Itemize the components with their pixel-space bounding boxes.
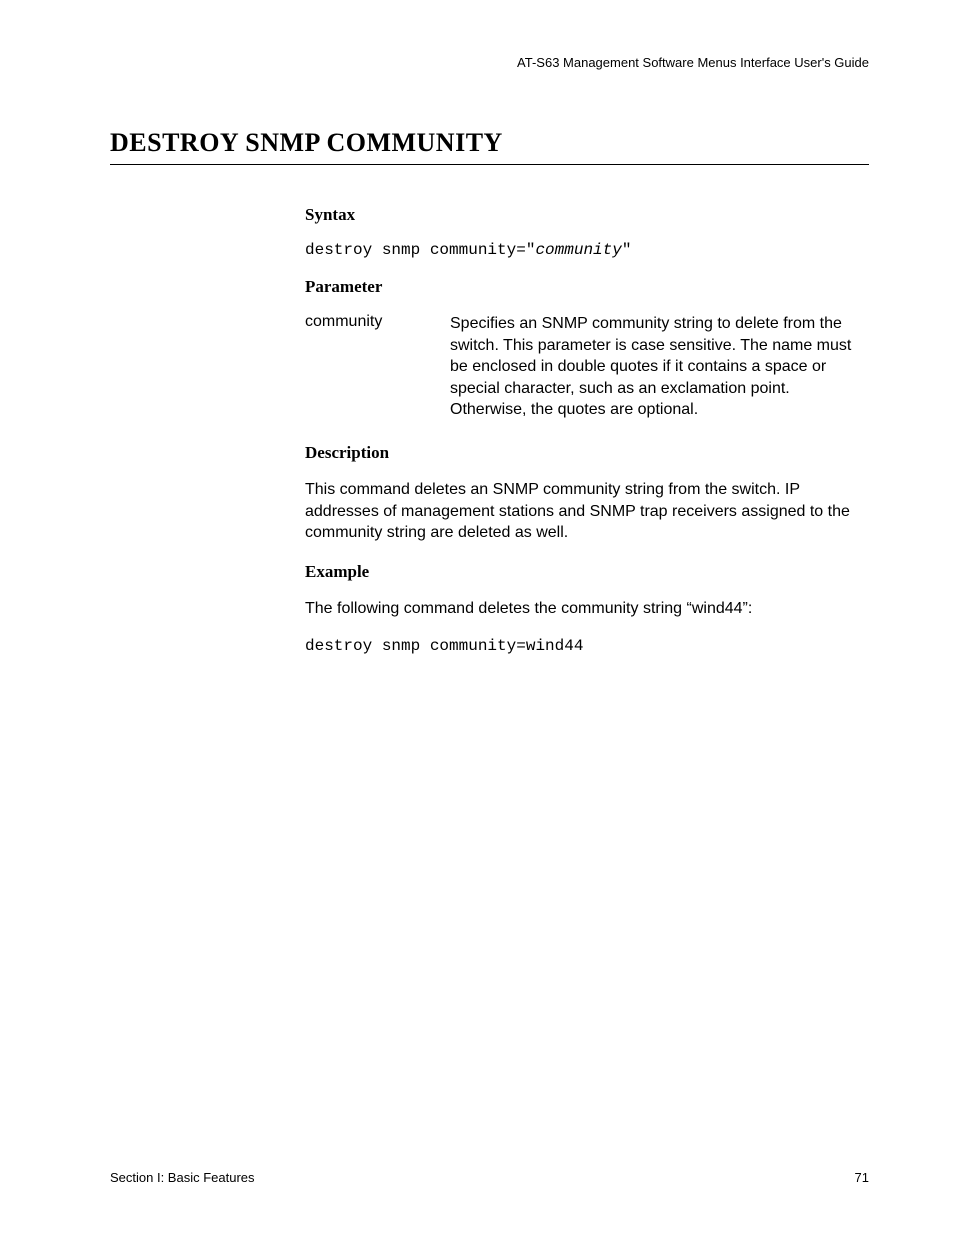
example-intro: The following command deletes the commun… <box>305 598 869 620</box>
page-title: DESTROY SNMP COMMUNITY <box>110 128 869 165</box>
footer: Section I: Basic Features 71 <box>110 1170 869 1185</box>
example-code: destroy snmp community=wind44 <box>305 637 869 655</box>
description-heading: Description <box>305 443 869 463</box>
parameter-heading: Parameter <box>305 277 869 297</box>
example-heading: Example <box>305 562 869 582</box>
footer-section: Section I: Basic Features <box>110 1170 255 1185</box>
header-guide-title: AT-S63 Management Software Menus Interfa… <box>110 55 869 70</box>
parameter-name: community <box>305 313 450 421</box>
parameter-description: Specifies an SNMP community string to de… <box>450 313 869 421</box>
footer-page-number: 71 <box>855 1170 869 1185</box>
parameter-row: community Specifies an SNMP community st… <box>305 313 869 421</box>
description-text: This command deletes an SNMP community s… <box>305 479 869 544</box>
content-area: Syntax destroy snmp community="community… <box>305 205 869 655</box>
syntax-line: destroy snmp community="community" <box>305 241 869 259</box>
syntax-prefix: destroy snmp community=" <box>305 241 535 259</box>
syntax-heading: Syntax <box>305 205 869 225</box>
syntax-suffix: " <box>622 241 632 259</box>
syntax-variable: community <box>535 241 621 259</box>
